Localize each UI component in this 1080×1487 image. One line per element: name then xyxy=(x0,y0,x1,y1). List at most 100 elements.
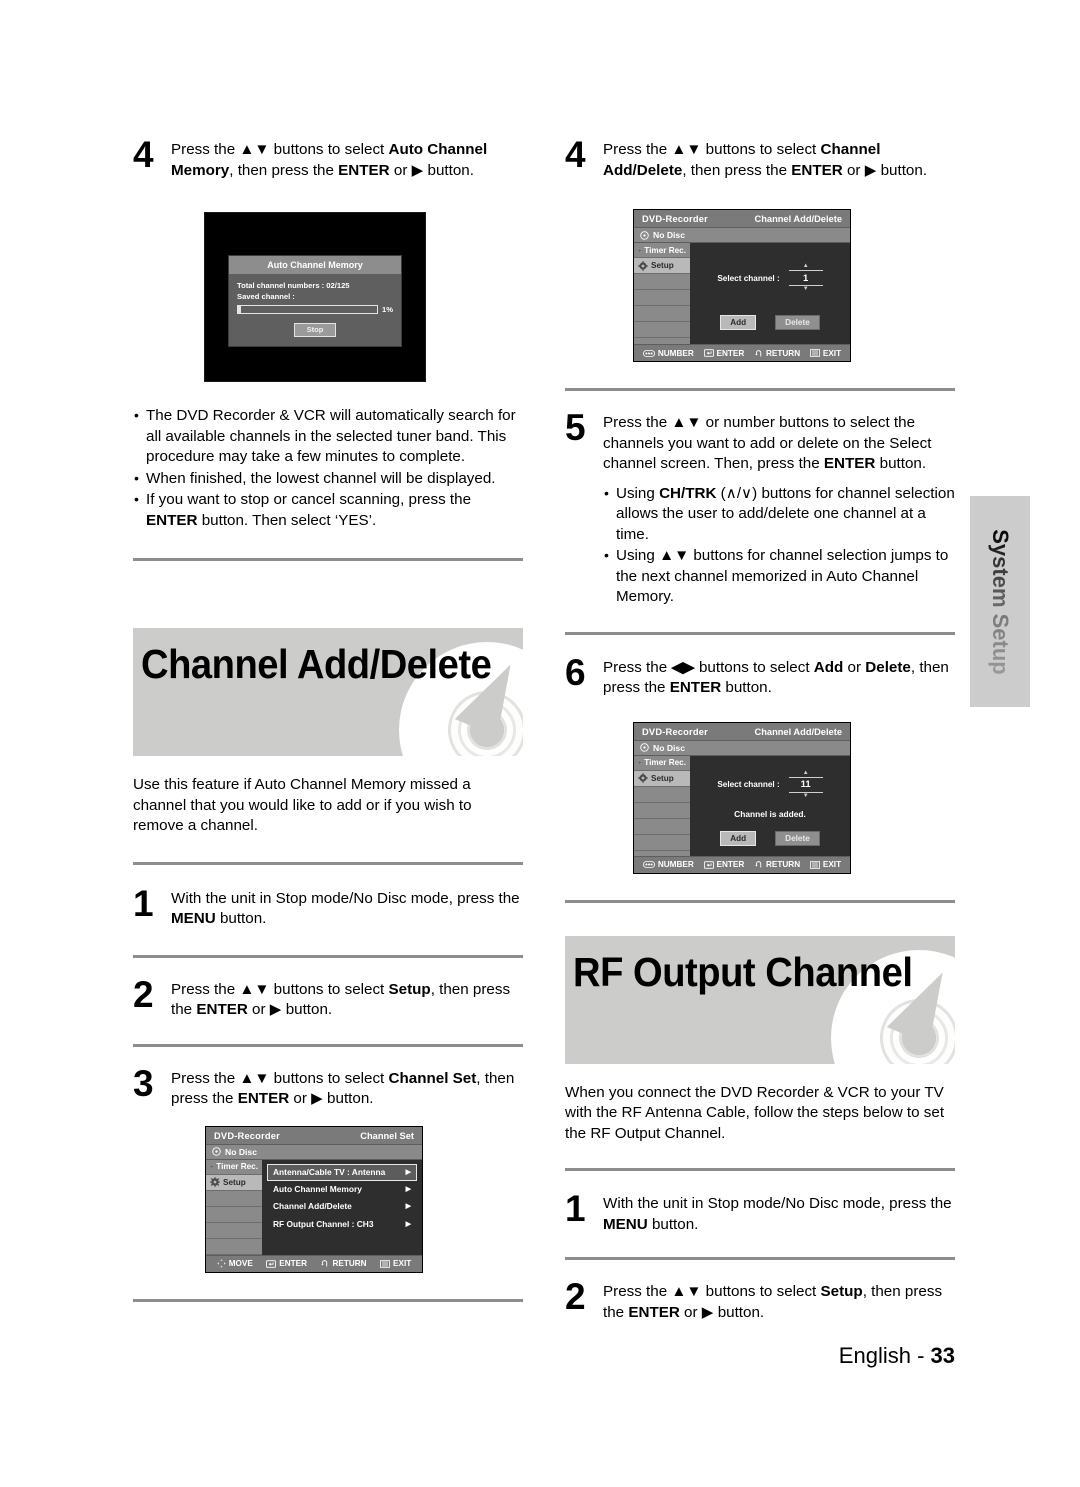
menu-row-rf-output-channel[interactable]: RF Output Channel : CH3 ▶ xyxy=(267,1215,417,1232)
sidebar-item-setup[interactable]: Setup xyxy=(206,1174,262,1191)
sidebar-item-setup[interactable]: Setup xyxy=(634,770,690,787)
menu-item-ref: Auto Channel xyxy=(388,141,488,158)
select-channel-label: Select channel : xyxy=(717,780,780,789)
menu-row-label: RF Output Channel : CH3 xyxy=(273,1218,374,1229)
footer-label: RETURN xyxy=(766,860,801,869)
disc-icon xyxy=(640,230,649,240)
footer-return[interactable]: RETURN xyxy=(320,1259,367,1268)
step-text-mid: buttons to select xyxy=(269,1069,389,1087)
footer-label: NUMBER xyxy=(657,860,694,869)
up-down-arrows-icon: ▲▼ xyxy=(671,141,702,158)
disc-icon xyxy=(212,1147,221,1156)
sidebar-item-label: Timer Rec. xyxy=(644,245,686,255)
channel-add-delete-osd-2: DVD-Recorder Channel Add/Delete No Disc … xyxy=(633,721,851,874)
osd-content: Select channel : ▲ 11 ▼ Channel is added… xyxy=(690,755,850,856)
footer-label: ENTER xyxy=(279,1259,308,1268)
footer-number[interactable]: NUMBER xyxy=(642,860,694,869)
osd-disc-status-label: No Disc xyxy=(225,1146,257,1157)
footer-return[interactable]: RETURN xyxy=(754,860,800,869)
acm-progress-row: 1% xyxy=(237,305,393,314)
step-text-pre: Press the xyxy=(603,141,672,158)
note-item: When finished, the lowest channel will b… xyxy=(133,468,523,490)
footer-enter[interactable]: ENTER xyxy=(703,349,744,358)
osd-model-label: DVD-Recorder xyxy=(642,726,708,737)
sidebar-blank xyxy=(634,306,690,322)
step-select-channel-add-delete: 4 Press the ▲▼ buttons to select Channel… xyxy=(565,136,955,181)
divider xyxy=(133,1043,523,1047)
footer-label: ENTER xyxy=(716,860,745,869)
play-arrow-icon: ▶ xyxy=(269,1001,282,1018)
osd-titlebar: DVD-Recorder Channel Add/Delete xyxy=(634,210,850,227)
osd-titlebar: DVD-Recorder Channel Add/Delete xyxy=(634,722,850,740)
footer-exit[interactable]: EXIT xyxy=(380,1259,411,1268)
osd-sidebar: Timer Rec. Setup xyxy=(206,1159,262,1255)
return-icon xyxy=(755,349,762,356)
footer-enter[interactable]: ENTER xyxy=(703,860,745,869)
step-text-mid: buttons to select xyxy=(269,141,389,158)
menu-row-auto-channel-memory[interactable]: Auto Channel Memory ▶ xyxy=(267,1181,417,1198)
acm-progress-percent: 1% xyxy=(382,305,393,314)
sidebar-item-timer-rec[interactable]: Timer Rec. xyxy=(634,755,690,771)
step-number: 3 xyxy=(133,1062,154,1104)
menu-row-channel-add-delete[interactable]: Channel Add/Delete ▶ xyxy=(267,1198,417,1215)
step-text-post: button. xyxy=(322,1090,374,1107)
step-select-add-or-delete: 6 Press the ◀▶ buttons to select Add or … xyxy=(565,651,955,699)
step-select-setup: 2 Press the ▲▼ buttons to select Setup, … xyxy=(133,973,523,1021)
divider xyxy=(133,558,523,561)
menu-row-label: Auto Channel Memory xyxy=(273,1184,362,1195)
acm-dialog: Auto Channel Memory Total channel number… xyxy=(228,255,402,347)
divider xyxy=(565,1168,955,1171)
sidebar-blank xyxy=(206,1222,262,1239)
step-text-pre: Press the xyxy=(603,1283,672,1300)
step-number: 6 xyxy=(565,651,586,693)
step-text: Press the ▲▼ buttons to select Channel A… xyxy=(603,138,955,181)
footer-label: RETURN xyxy=(332,1259,367,1268)
menu-row-antenna-cable-tv[interactable]: Antenna/Cable TV : Antenna ▶ xyxy=(267,1163,417,1181)
step-text-mid2: , then press the xyxy=(229,161,339,179)
sidebar-blank xyxy=(634,290,690,306)
step-text-mid2: , then press the xyxy=(682,161,792,179)
sidebar-item-label: Setup xyxy=(651,773,674,783)
note-item: Using CH/TRK (∧/∨) buttons for channel s… xyxy=(603,483,955,546)
step-number: 2 xyxy=(133,973,154,1015)
stepper-up-icon[interactable]: ▲ xyxy=(789,770,823,777)
select-channel-block: Select channel : ▲ 11 ▼ xyxy=(690,756,850,800)
step-select-channels: 5 Press the ▲▼ or number buttons to sele… xyxy=(565,407,955,475)
sidebar-item-timer-rec[interactable]: Timer Rec. xyxy=(206,1159,262,1175)
footer-move[interactable]: MOVE xyxy=(217,1259,253,1268)
sidebar-blank xyxy=(206,1190,262,1207)
footer-exit[interactable]: EXIT xyxy=(809,860,841,869)
acm-total-channels: Total channel numbers : 02/125 xyxy=(237,281,350,290)
add-button[interactable]: Add xyxy=(720,315,757,330)
sidebar-blank xyxy=(634,322,690,338)
sidebar-item-setup[interactable]: Setup xyxy=(634,258,690,274)
select-channel-block: Select channel : ▲ 1 ▼ xyxy=(690,243,850,293)
delete-button[interactable]: Delete xyxy=(775,830,820,846)
stepper-down-icon[interactable]: ▼ xyxy=(789,286,823,293)
step-text: Press the ▲▼ buttons to select Setup, th… xyxy=(603,1280,955,1323)
stop-button[interactable]: Stop xyxy=(293,322,337,337)
sidebar-item-label: Setup xyxy=(651,261,674,270)
play-arrow-icon: ▶ xyxy=(311,1090,323,1107)
menu-row-label: Antenna/Cable TV : Antenna xyxy=(273,1167,386,1178)
enter-button-ref: ENTER xyxy=(628,1303,680,1321)
disc-icon xyxy=(640,743,649,752)
add-button[interactable]: Add xyxy=(720,830,757,846)
osd-main: Timer Rec. Setup Select channel : ▲ xyxy=(634,755,850,856)
sidebar-item-timer-rec[interactable]: Timer Rec. xyxy=(634,243,690,258)
up-down-arrows-icon: ▲▼ xyxy=(239,980,270,998)
channel-stepper[interactable]: ▲ 11 ▼ xyxy=(788,770,823,800)
exit-icon xyxy=(809,349,820,357)
channel-stepper[interactable]: ▲ 1 ▼ xyxy=(788,263,823,293)
step-number: 5 xyxy=(565,407,586,448)
footer-return[interactable]: RETURN xyxy=(754,349,800,358)
footer-enter[interactable]: ENTER xyxy=(266,1259,307,1268)
right-column: 4 Press the ▲▼ buttons to select Channel… xyxy=(565,136,955,1323)
section-intro-text: When you connect the DVD Recorder & VCR … xyxy=(565,1083,945,1142)
footer-number[interactable]: NUMBER xyxy=(642,349,694,358)
stepper-up-icon[interactable]: ▲ xyxy=(789,263,823,270)
delete-button[interactable]: Delete xyxy=(775,315,820,330)
number-keys-icon xyxy=(642,861,655,868)
stepper-down-icon[interactable]: ▼ xyxy=(789,793,823,800)
footer-exit[interactable]: EXIT xyxy=(809,349,841,358)
